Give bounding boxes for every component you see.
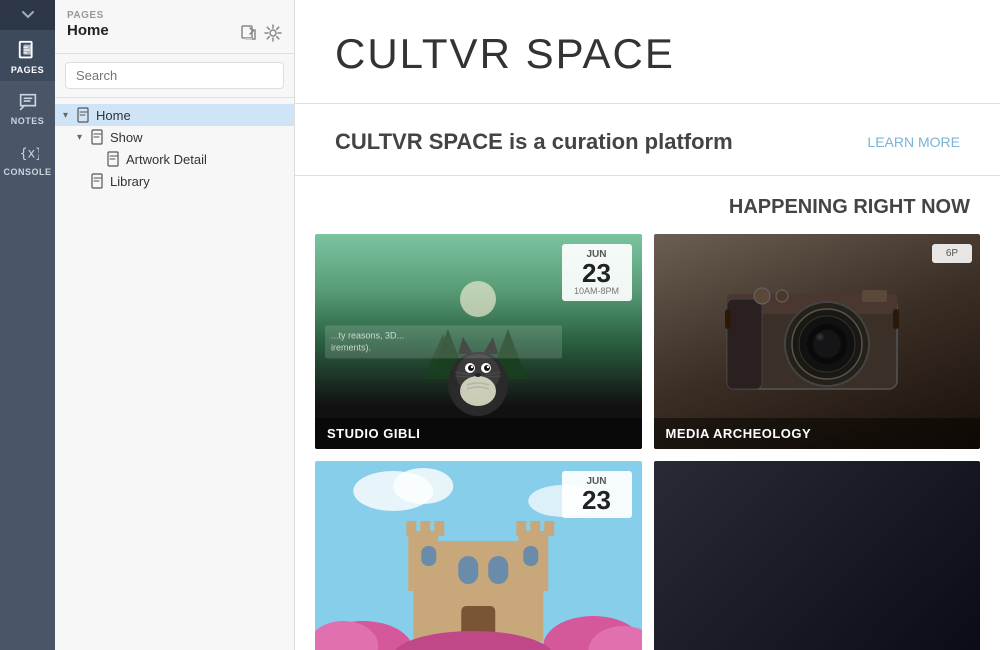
hero-title-bar: CULTVR SPACE: [295, 0, 1000, 104]
card-label-camera: MEDIA ARCHEOLOGY: [654, 418, 981, 449]
hero-subtitle: CULTVR SPACE is a curation platform: [335, 129, 733, 155]
learn-more-link[interactable]: LEARN MORE: [867, 134, 960, 150]
pages-header-left: PAGES Home: [67, 10, 109, 39]
page-icon-home: [77, 107, 91, 123]
svg-text:{x}: {x}: [19, 147, 38, 162]
tree-item-artwork-detail[interactable]: Artwork Detail: [55, 148, 294, 170]
happening-section: HAPPENING RIGHT NOW: [295, 176, 1000, 650]
arrow-show: ▾: [77, 132, 91, 143]
card-media-archeology[interactable]: 6P MEDIA ARCHEOLOGY: [654, 234, 981, 449]
search-input[interactable]: [65, 62, 284, 89]
console-icon: {x}: [17, 142, 39, 164]
sidebar-collapse-button[interactable]: [0, 0, 55, 30]
card-castle[interactable]: JUN 23: [315, 461, 642, 650]
pages-icon: [17, 40, 39, 62]
page-icon-artwork-detail: [107, 151, 121, 167]
card-date-badge-castle: JUN 23: [562, 471, 632, 518]
page-icon-show: [91, 129, 105, 145]
date-time-gibli: 10AM-8PM: [572, 286, 622, 296]
hero-subtitle-section: CULTVR SPACE is a curation platform LEAR…: [295, 104, 1000, 176]
sidebar-item-console[interactable]: {x} CONSOLE: [0, 132, 55, 183]
pages-label: PAGES: [11, 65, 44, 75]
sidebar-item-notes[interactable]: NOTES: [0, 81, 55, 132]
tree-label-show: Show: [110, 130, 143, 145]
pages-header: PAGES Home: [55, 0, 294, 54]
pages-header-actions: [240, 10, 282, 47]
card-studio-gibli[interactable]: ...ty reasons, 3D...irements). JUN 23 10…: [315, 234, 642, 449]
arrow-home: ▾: [63, 110, 77, 121]
pages-title: Home: [67, 22, 109, 39]
notes-label: NOTES: [11, 116, 45, 126]
tree-item-show[interactable]: ▾ Show: [55, 126, 294, 148]
tree-label-home: Home: [96, 108, 131, 123]
console-label: CONSOLE: [3, 167, 51, 177]
page-icon-library: [91, 173, 105, 189]
camera-illustration: [707, 254, 927, 414]
date-day-castle: 23: [572, 487, 622, 513]
export-icon: [240, 24, 258, 42]
tree-item-home[interactable]: ▾ Home: [55, 104, 294, 126]
happening-title: HAPPENING RIGHT NOW: [315, 196, 980, 219]
pages-section-label: PAGES: [67, 10, 109, 21]
tree-label-artwork-detail: Artwork Detail: [126, 152, 207, 167]
date-day-gibli: 23: [572, 260, 622, 286]
export-button[interactable]: [240, 24, 258, 47]
main-content: CULTVR SPACE CULTVR SPACE is a curation …: [295, 0, 1000, 650]
hero-title: CULTVR SPACE: [335, 30, 960, 78]
card-date-badge-gibli: JUN 23 10AM-8PM: [562, 244, 632, 301]
cards-grid: ...ty reasons, 3D...irements). JUN 23 10…: [315, 234, 980, 650]
overlay-text: ...ty reasons, 3D...irements).: [325, 325, 562, 358]
tree-item-library[interactable]: Library: [55, 170, 294, 192]
notes-icon: [17, 91, 39, 113]
tree-label-library: Library: [110, 174, 150, 189]
pages-panel: PAGES Home: [55, 0, 295, 650]
wrench-icon: [264, 24, 282, 42]
icon-sidebar: PAGES NOTES {x} CONSOLE: [0, 0, 55, 650]
dark-bg: [654, 461, 981, 650]
card-date-partial-camera: 6P: [932, 244, 972, 263]
page-tree: ▾ Home ▾ Show Artwork Detail: [55, 98, 294, 650]
sidebar-item-pages[interactable]: PAGES: [0, 30, 55, 81]
card-dark[interactable]: [654, 461, 981, 650]
card-label-gibli: STUDIO GIBLI: [315, 418, 642, 449]
settings-button[interactable]: [264, 24, 282, 47]
search-container: [55, 54, 294, 98]
